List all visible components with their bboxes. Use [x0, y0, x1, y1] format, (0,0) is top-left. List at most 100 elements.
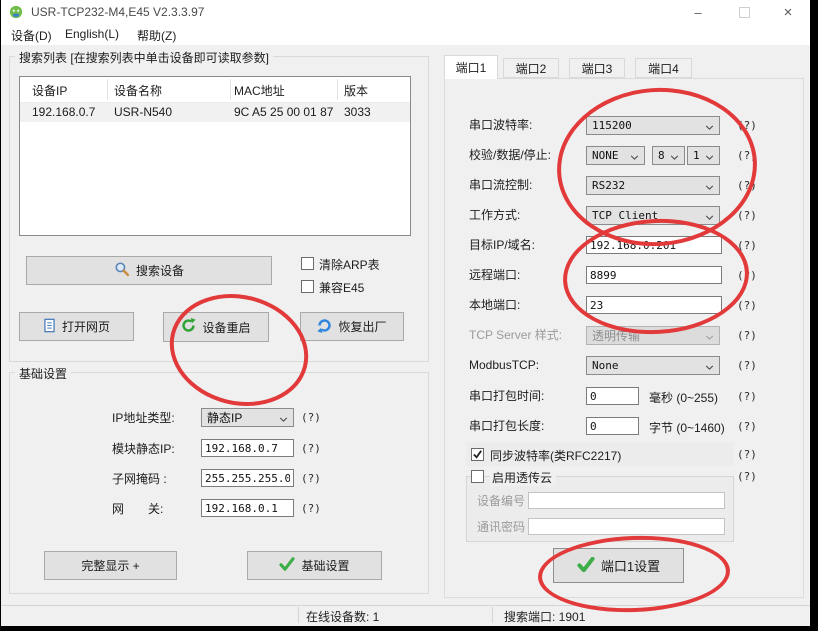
- gateway-label: 网 关:: [112, 500, 163, 518]
- flow-control-select[interactable]: RS232: [586, 176, 720, 195]
- search-device-button[interactable]: 搜索设备: [26, 256, 272, 285]
- col-mac[interactable]: MAC地址: [234, 82, 285, 99]
- menu-help[interactable]: 帮助(Z): [137, 27, 176, 44]
- tab-port1[interactable]: 端口1: [444, 55, 498, 79]
- restart-icon: [181, 318, 196, 336]
- clear-arp-label[interactable]: 清除ARP表: [319, 256, 380, 273]
- remote-port-input[interactable]: [586, 266, 722, 284]
- cell-device-ip: 192.168.0.7: [32, 105, 95, 119]
- ip-type-select[interactable]: 静态IP: [201, 408, 294, 427]
- tab-port3[interactable]: 端口3: [569, 58, 625, 78]
- baud-label: 串口波特率:: [469, 116, 532, 134]
- chevron-down-icon: [705, 177, 714, 195]
- search-icon: [114, 261, 130, 280]
- green-check-icon: [279, 557, 295, 574]
- help-link[interactable]: (?): [301, 411, 321, 424]
- menu-english[interactable]: English(L): [65, 27, 119, 41]
- help-link[interactable]: (?): [737, 269, 757, 282]
- help-link[interactable]: (?): [737, 149, 757, 162]
- local-port-label: 本地端口:: [469, 296, 520, 314]
- sync-baud-checkbox[interactable]: [471, 448, 484, 461]
- basic-settings-group-title: 基础设置: [15, 365, 71, 382]
- window-title: USR-TCP232-M4,E45 V2.3.3.97: [31, 5, 204, 19]
- parity-select[interactable]: NONE: [586, 146, 645, 165]
- col-version[interactable]: 版本: [344, 82, 368, 99]
- parity-label: 校验/数据/停止:: [469, 146, 551, 164]
- pack-length-input[interactable]: [586, 417, 639, 435]
- work-mode-label: 工作方式:: [469, 206, 520, 224]
- help-link[interactable]: (?): [737, 179, 757, 192]
- app-icon: [9, 5, 23, 19]
- help-link[interactable]: (?): [301, 472, 321, 485]
- green-check-icon: [577, 557, 595, 575]
- pack-time-input[interactable]: [586, 387, 639, 405]
- full-display-button[interactable]: 完整显示 +: [44, 551, 177, 580]
- restart-device-button[interactable]: 设备重启: [163, 312, 269, 342]
- search-list-group-title: 搜索列表 [在搜索列表中单击设备即可读取参数]: [15, 49, 273, 66]
- help-link[interactable]: (?): [737, 329, 757, 342]
- app-window: USR-TCP232-M4,E45 V2.3.3.97 – × 设备(D) En…: [1, 0, 810, 626]
- tab-port4[interactable]: 端口4: [635, 58, 692, 78]
- static-ip-label: 模块静态IP:: [112, 440, 175, 458]
- compat-e45-checkbox[interactable]: [301, 280, 314, 293]
- work-mode-select[interactable]: TCP Client: [586, 206, 720, 225]
- pack-length-label: 串口打包长度:: [469, 417, 544, 435]
- column-divider: [337, 79, 338, 100]
- clear-arp-checkbox[interactable]: [301, 257, 314, 270]
- modbus-select[interactable]: None: [586, 356, 720, 375]
- cell-version: 3033: [344, 105, 371, 119]
- help-link[interactable]: (?): [737, 299, 757, 312]
- port1-apply-button[interactable]: 端口1设置: [553, 548, 684, 583]
- subnet-mask-input[interactable]: [201, 469, 294, 487]
- help-link[interactable]: (?): [301, 442, 321, 455]
- menu-device[interactable]: 设备(D): [11, 27, 52, 44]
- column-divider: [230, 79, 231, 100]
- col-device-name[interactable]: 设备名称: [114, 82, 162, 99]
- help-link[interactable]: (?): [737, 470, 757, 483]
- subnet-mask-label: 子网掩码 :: [112, 470, 167, 488]
- pack-time-label: 串口打包时间:: [469, 387, 544, 405]
- cloud-enable-label[interactable]: 启用透传云: [490, 469, 556, 486]
- ip-type-label: IP地址类型:: [112, 409, 175, 427]
- compat-e45-label[interactable]: 兼容E45: [319, 279, 364, 296]
- help-link[interactable]: (?): [737, 448, 757, 461]
- comm-password-input[interactable]: [528, 518, 725, 535]
- open-web-button[interactable]: 打开网页: [19, 312, 134, 341]
- local-port-input[interactable]: [586, 296, 722, 314]
- help-link[interactable]: (?): [301, 502, 321, 515]
- basic-settings-apply-button[interactable]: 基础设置: [247, 551, 382, 580]
- remote-port-label: 远程端口:: [469, 266, 520, 284]
- help-link[interactable]: (?): [737, 390, 757, 403]
- tab-port2[interactable]: 端口2: [503, 58, 559, 78]
- help-link[interactable]: (?): [737, 420, 757, 433]
- device-list: 设备IP 设备名称 MAC地址 版本 192.168.0.7 USR-N540 …: [19, 76, 411, 236]
- chevron-down-icon: [279, 409, 288, 427]
- help-link[interactable]: (?): [737, 209, 757, 222]
- modbus-label: ModbusTCP:: [469, 356, 539, 374]
- chevron-down-icon: [630, 147, 639, 165]
- close-button[interactable]: ×: [773, 0, 803, 24]
- help-link[interactable]: (?): [737, 359, 757, 372]
- help-link[interactable]: (?): [737, 119, 757, 132]
- status-bar: [1, 605, 810, 626]
- col-device-ip[interactable]: 设备IP: [32, 82, 67, 99]
- dest-ip-input[interactable]: [586, 236, 722, 254]
- baud-select[interactable]: 115200: [586, 116, 720, 135]
- search-port-status: 搜索端口: 1901: [504, 608, 585, 625]
- databits-select[interactable]: 8: [652, 146, 685, 165]
- cell-device-name: USR-N540: [114, 105, 172, 119]
- stopbits-select[interactable]: 1: [687, 146, 720, 165]
- device-id-label: 设备编号: [469, 492, 525, 510]
- chevron-down-icon: [705, 357, 714, 375]
- maximize-button[interactable]: [729, 0, 759, 24]
- gateway-input[interactable]: [201, 499, 294, 517]
- device-id-input[interactable]: [528, 492, 725, 509]
- factory-reset-button[interactable]: 恢复出厂: [300, 312, 404, 341]
- device-row[interactable]: 192.168.0.7 USR-N540 9C A5 25 00 01 87 3…: [20, 103, 410, 122]
- sync-baud-label[interactable]: 同步波特率(类RFC2217): [490, 447, 621, 464]
- help-link[interactable]: (?): [737, 239, 757, 252]
- online-device-count: 在线设备数: 1: [306, 608, 379, 625]
- minimize-button[interactable]: –: [683, 0, 713, 24]
- cloud-enable-checkbox[interactable]: [471, 470, 484, 483]
- static-ip-input[interactable]: [201, 439, 294, 457]
